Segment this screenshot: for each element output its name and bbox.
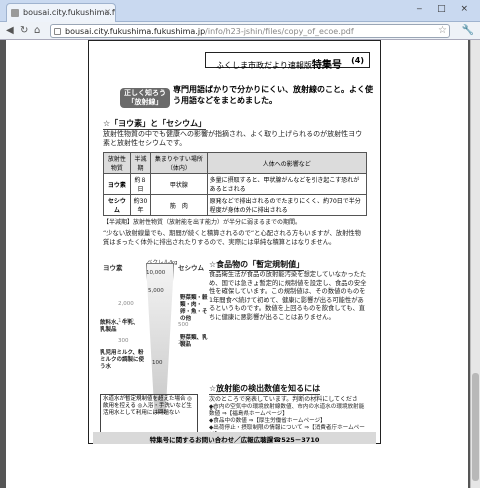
list-item: ◆食品中の数値 ⇒【厚生労働省ホームページ】 <box>209 418 326 424</box>
section-body-iodine-cesium: 放射性物質の中でも健康への影響が指摘され、よく取り上げられるのが放射性ヨウ素と放… <box>103 130 363 147</box>
table-cell: 多量に摂取すると、甲状腺がんなどを引き起こす恐れがあるとされる <box>206 173 368 195</box>
table-header: 人体への影響など <box>206 152 368 174</box>
browser-tab[interactable]: bousai.city.fukushima.fi × <box>6 3 116 22</box>
address-bar[interactable]: bousai.city.fukushima.fukushima.jp/info/… <box>50 24 450 38</box>
half-life-body: “少ない放射線量でも、期間が続くと積算されるので“と心配される方もいますが、放射… <box>103 230 361 246</box>
scrollbar-thumb[interactable] <box>472 373 479 481</box>
gauge-tick: 100 <box>152 360 163 366</box>
table-row: セシウム 約30年 筋 肉 原発などで排出されるのでたまりにくく、約70日で半分… <box>103 194 368 216</box>
list-item: ◆市内の空気中の環境放射線数値、市内の水道水の環境放射能数値 ⇒【福島県ホームペ… <box>209 404 365 417</box>
header-number: (4) <box>351 56 364 65</box>
table-cell: 約30年 <box>129 194 152 216</box>
section-title-detection: ☆放射能の検出数値を知るには <box>209 384 321 395</box>
table-cell: ヨウ素 <box>103 173 131 195</box>
gauge-category: 野菜類、乳製品 <box>180 335 208 348</box>
window-controls[interactable]: ‒ □ × <box>417 4 475 14</box>
table-header: 放射性物質 <box>103 152 131 174</box>
table-row: ヨウ素 約８日 甲状腺 多量に摂取すると、甲状腺がんなどを引き起こす恐れがあると… <box>103 173 368 195</box>
back-icon[interactable]: ◀ <box>6 25 14 36</box>
gauge-tick: 10,000 <box>146 270 166 276</box>
tab-close-icon[interactable]: × <box>104 7 111 16</box>
gauge-label-iodine: ヨウ素 <box>103 264 123 272</box>
gauge-category: 野菜類・穀類・肉・卵・魚・その他 <box>180 295 208 322</box>
tab-title: bousai.city.fukushima.fi <box>23 8 116 17</box>
tab-bar: bousai.city.fukushima.fi × ‒ □ × <box>0 0 480 22</box>
gauge-tick: 2,000 <box>118 301 134 307</box>
reload-icon[interactable]: ↻ <box>20 25 28 36</box>
table-cell: 原発などで排出されるのでたまりにくく、約70日で半分程度が身体の外に排出される <box>206 194 368 216</box>
page-favicon-icon <box>11 9 19 17</box>
url-path: /info/h23-jshin/files/copy_of_ecoe.pdf <box>205 27 354 36</box>
bookmark-star-icon[interactable]: ☆ <box>438 25 447 36</box>
gauge-category: 乳児用ミルク、粉ミルクの調製に使う水 <box>100 350 145 370</box>
topic-badge: 正しく知ろう「放射線」 <box>120 88 170 108</box>
gauge-category: 飲料水、牛乳、乳製品 <box>100 320 139 333</box>
section-title-iodine-cesium: ☆「ヨウ素」と「セシウム」 <box>103 119 207 130</box>
half-life-note: 【半減期】放射性物質（放射能を出す能力）が半分に弱まるまでの期間。 <box>103 219 302 226</box>
gauge-tick: 300 <box>118 338 129 344</box>
table-cell: セシウム <box>103 194 131 216</box>
header-title: 特集号 <box>311 60 342 71</box>
table-cell: 約８日 <box>129 173 152 195</box>
nav-toolbar: ◀ ↻ ⌂ bousai.city.fukushima.fukushima.jp… <box>0 22 480 40</box>
table-cell: 甲状腺 <box>150 173 208 195</box>
gauge-tick: 5,000 <box>148 288 164 294</box>
url-host: bousai.city.fukushima.fukushima.jp <box>65 27 206 36</box>
radionuclide-table: 放射性物質 半減期 集まりやすい場所（体内） 人体への影響など ヨウ素 約８日 … <box>103 152 368 216</box>
scrollbar[interactable] <box>470 40 480 488</box>
contact-footer: 特集号に関するお問い合わせ／広報広聴課☎525－3710 <box>93 432 376 444</box>
settings-wrench-icon[interactable]: 🔧 <box>462 25 474 36</box>
topic-text: 専門用語ばかりで分かりにくい、放射線のこと。よく使う用語などをまとめました。 <box>173 85 373 105</box>
section-body-regulation: 食品衛生法が食品の放射能汚染を想定していなかったため、国では急きょ暫定的に規制値… <box>209 271 367 321</box>
header-prefix: ふくしま市政だより速報版 <box>216 61 312 70</box>
table-header: 集まりやすい場所（体内） <box>150 152 208 174</box>
gauge-label-cesium: セシウム <box>178 264 204 272</box>
table-header: 半減期 <box>129 152 152 174</box>
table-cell: 筋 肉 <box>150 194 208 216</box>
page-icon <box>54 28 61 35</box>
section-title-regulation: ☆食品物の「暫定規制値」 <box>209 260 305 271</box>
document-header: ふくしま市政だより速報版特集号 (4) <box>205 52 370 71</box>
home-icon[interactable]: ⌂ <box>34 25 40 36</box>
